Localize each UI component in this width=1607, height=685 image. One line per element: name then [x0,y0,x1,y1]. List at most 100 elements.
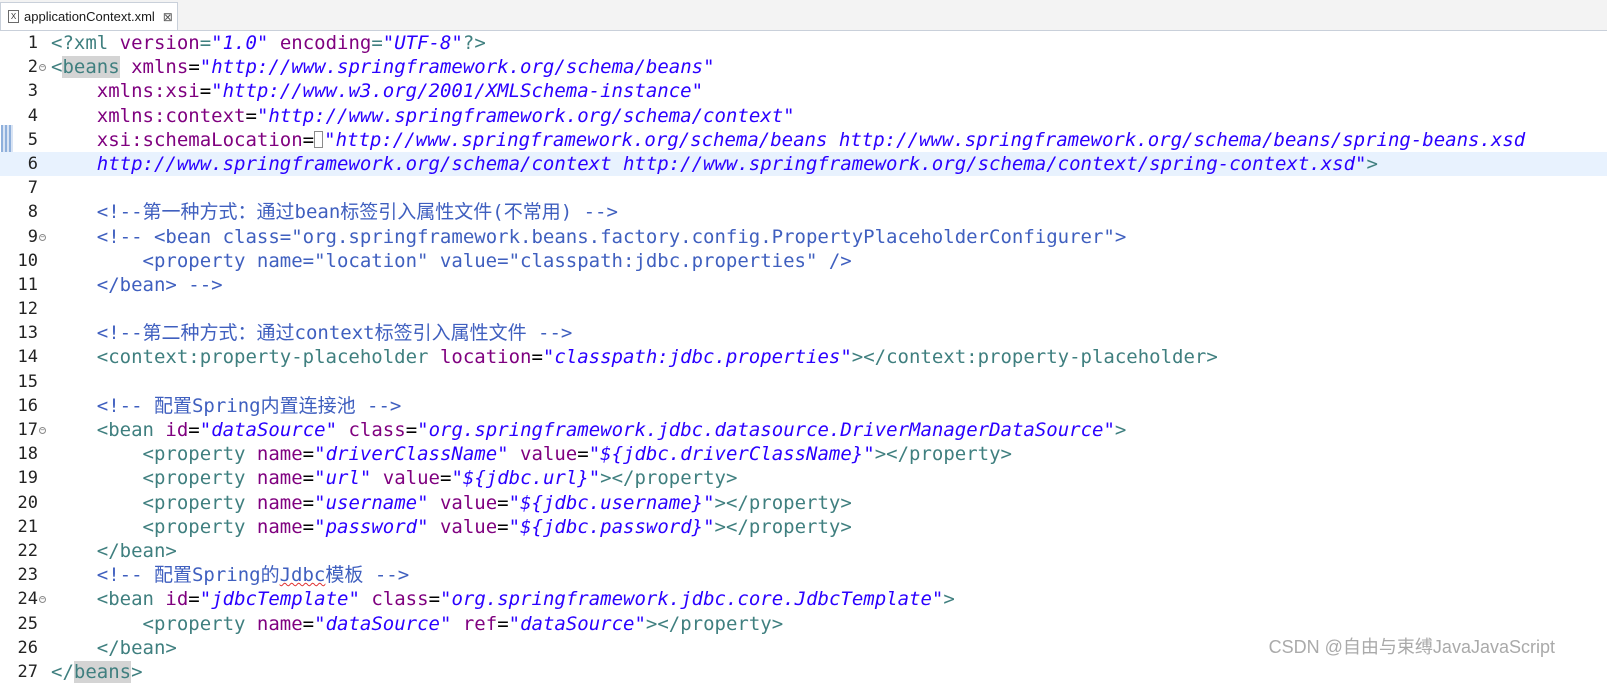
code-text: <context:property-placeholder location="… [51,345,1218,369]
code-token: "1.0" [211,32,269,54]
code-token: http://www.springframework.org/schema/co… [96,152,1367,175]
line-number: 24 [17,589,38,610]
tab-label: applicationContext.xml [24,9,155,24]
code-token: = [199,32,212,54]
code-line[interactable]: 19 <property name="url" value="${jdbc.ur… [0,466,1607,490]
line-number: 9 [27,226,38,247]
code-token: = [302,612,315,635]
code-line[interactable]: 22 </bean> [0,539,1607,563]
code-token: "dataSource" [199,419,338,441]
code-line[interactable]: 2− <beans xmlns="http://www.springframewo… [0,55,1607,79]
tab-applicationcontext-xml[interactable]: X applicationContext.xml ⊠ [0,2,178,30]
code-line[interactable]: 10 <property name="location" value="clas… [0,249,1607,273]
code-line[interactable]: 9− <!-- <bean class="org.springframework… [0,225,1607,249]
code-token: value [439,491,498,514]
close-icon[interactable]: ⊠ [163,11,173,23]
code-line[interactable]: 16 <!-- 配置Spring内置连接池 --> [0,394,1607,418]
code-token: = [302,443,315,466]
code-token: "${jdbc.url}" [451,467,601,490]
code-line[interactable]: 17− <bean id="dataSource" class="org.spr… [0,418,1607,442]
code-token: "url" [314,467,372,490]
code-token: "driverClassName" [314,443,509,466]
code-token: xmlns:xsi [96,80,200,103]
code-token: = [188,56,200,79]
fold-toggle-icon[interactable]: − [39,233,46,241]
code-token: <!--第二种方式：通过context标签引入属性文件 --> [96,322,573,345]
code-line[interactable]: 13 <!--第二种方式：通过context标签引入属性文件 --> [0,321,1607,345]
code-token: 模板 --> [325,564,410,587]
code-token: = [428,588,441,611]
code-line[interactable]: 20 <property name="username" value="${jd… [0,491,1607,515]
code-token: <!-- 配置Spring的 [96,564,280,587]
code-line[interactable]: 12 [0,297,1607,321]
code-token: location [439,346,532,369]
code-line[interactable]: 8 <!--第一种方式：通过bean标签引入属性文件(不常用) --> [0,200,1607,224]
code-token: </bean> [96,539,177,562]
code-line[interactable]: 3 xmlns:xsi="http://www.w3.org/2001/XMLS… [0,79,1607,103]
code-token: <!-- 配置Spring内置连接池 --> [96,394,402,417]
code-token: = [577,443,589,466]
code-token: = [405,419,418,441]
code-token: version [119,32,200,54]
code-token: "${jdbc.driverClassName}" [588,443,875,466]
code-token: value [439,515,498,538]
code-token: = [497,612,509,635]
code-text: xsi:schemaLocation= "http://www.springfra… [51,128,1525,152]
code-token: > [1366,152,1378,175]
line-number: 11 [17,274,38,295]
code-token: = [188,588,200,611]
code-token: id [165,419,189,441]
xml-file-icon: X [8,10,19,23]
code-line[interactable]: 27 </beans> [0,660,1607,684]
line-number: 16 [17,395,38,416]
line-number: 20 [17,492,38,513]
code-token: value [520,443,578,466]
fold-toggle-icon[interactable]: − [39,427,46,434]
code-line[interactable]: 1 <?xml version="1.0" encoding="UTF-8"?> [0,31,1607,55]
line-number: 19 [17,468,38,489]
code-text: </bean> [51,539,177,563]
code-line[interactable]: 14 <context:property-placeholder locatio… [0,345,1607,369]
code-token: xmlns [131,56,189,79]
fold-toggle-icon[interactable]: − [39,596,46,604]
code-line[interactable]: 6 http://www.springframework.org/schema/… [0,151,1607,177]
code-line[interactable]: 5 xsi:schemaLocation= "http://www.springf… [0,128,1607,152]
code-token: = [371,32,383,54]
code-line[interactable]: 21 <property name="password" value="${jd… [0,515,1607,539]
fold-toggle-icon[interactable]: − [39,64,46,72]
code-token: class [371,588,429,611]
code-token: > [131,660,143,683]
code-token: "${jdbc.password}" [508,515,715,538]
code-line[interactable]: 7 [0,176,1607,200]
code-token: <property [142,467,257,490]
code-line[interactable]: 24− <bean id="jdbcTemplate" class="org.s… [0,587,1607,611]
code-line[interactable]: 4 xmlns:context="http://www.springframew… [0,104,1607,128]
code-token: = [302,515,315,538]
code-token: name [256,491,303,514]
line-number: 15 [17,371,38,392]
code-token: "UTF-8" [382,32,463,54]
code-text: <property name="password" value="${jdbc.… [51,515,852,539]
code-line[interactable]: 18 <property name="driverClassName" valu… [0,442,1607,466]
code-line[interactable]: 15 [0,370,1607,394]
code-token: "${jdbc.username}" [508,491,715,514]
code-line[interactable]: 11 </bean> --> [0,273,1607,297]
code-text: </beans> [51,660,143,684]
code-token: name [256,443,303,466]
code-line[interactable]: 23 <!-- 配置Spring的Jdbc模板 --> [0,563,1607,587]
code-token: beans [62,56,120,79]
code-token: "org.springframework.jdbc.core.JdbcTempl… [440,588,944,611]
code-text: xmlns:xsi="http://www.w3.org/2001/XMLSch… [51,79,703,103]
code-token: ></context:property-placeholder> [851,346,1218,369]
code-token: encoding [279,32,372,54]
code-editor[interactable]: 1 <?xml version="1.0" encoding="UTF-8"?> 2… [0,31,1607,685]
